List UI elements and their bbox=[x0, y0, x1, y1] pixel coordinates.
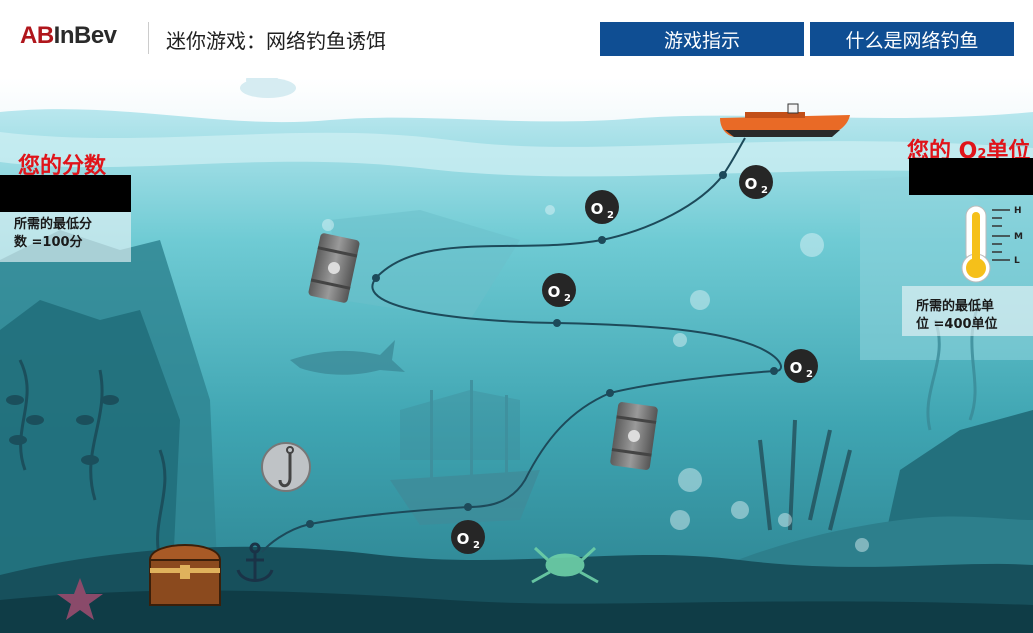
svg-text:O: O bbox=[548, 283, 561, 301]
svg-text:2: 2 bbox=[607, 210, 614, 221]
score-display bbox=[0, 175, 131, 212]
underwater-scene: O 2 O 2 O 2 O 2 O 2 H M L bbox=[0, 78, 1033, 633]
game-title: 迷你游戏：网络钓鱼诱饵 bbox=[166, 29, 386, 53]
svg-text:2: 2 bbox=[806, 369, 813, 380]
scene-svg: O 2 O 2 O 2 O 2 O 2 H M L bbox=[0, 78, 1033, 633]
o2-token[interactable]: O 2 bbox=[542, 273, 576, 307]
svg-text:O: O bbox=[591, 200, 604, 218]
abinbev-logo: ABInBev bbox=[20, 22, 117, 49]
gauge-label-low: L bbox=[1014, 256, 1020, 266]
instructions-button[interactable]: 游戏指示 bbox=[600, 22, 804, 56]
o2-token[interactable]: O 2 bbox=[739, 165, 773, 199]
o2-token[interactable]: O 2 bbox=[585, 190, 619, 224]
header-bar: ABInBev 迷你游戏：网络钓鱼诱饵 游戏指示 什么是网络钓鱼 bbox=[0, 0, 1033, 78]
svg-text:2: 2 bbox=[761, 185, 768, 196]
treasure-chest-icon[interactable] bbox=[148, 544, 222, 606]
oxygen-min-note: 所需的最低单 位 =400单位 bbox=[916, 299, 998, 332]
svg-text:2: 2 bbox=[473, 540, 480, 551]
header-divider bbox=[148, 22, 149, 54]
svg-text:O: O bbox=[457, 530, 470, 548]
svg-text:O: O bbox=[790, 359, 803, 377]
gauge-label-mid: M bbox=[1014, 232, 1023, 242]
o2-token[interactable]: O 2 bbox=[451, 520, 485, 554]
svg-text:O: O bbox=[745, 175, 758, 193]
score-min-note: 所需的最低分 数 =100分 bbox=[14, 217, 93, 250]
o2-token[interactable]: O 2 bbox=[784, 349, 818, 383]
gauge-label-high: H bbox=[1014, 206, 1022, 216]
oxygen-display bbox=[909, 158, 1033, 195]
what-is-phishing-button[interactable]: 什么是网络钓鱼 bbox=[810, 22, 1014, 56]
fishing-hook-icon[interactable] bbox=[261, 442, 311, 492]
svg-text:2: 2 bbox=[564, 293, 571, 304]
